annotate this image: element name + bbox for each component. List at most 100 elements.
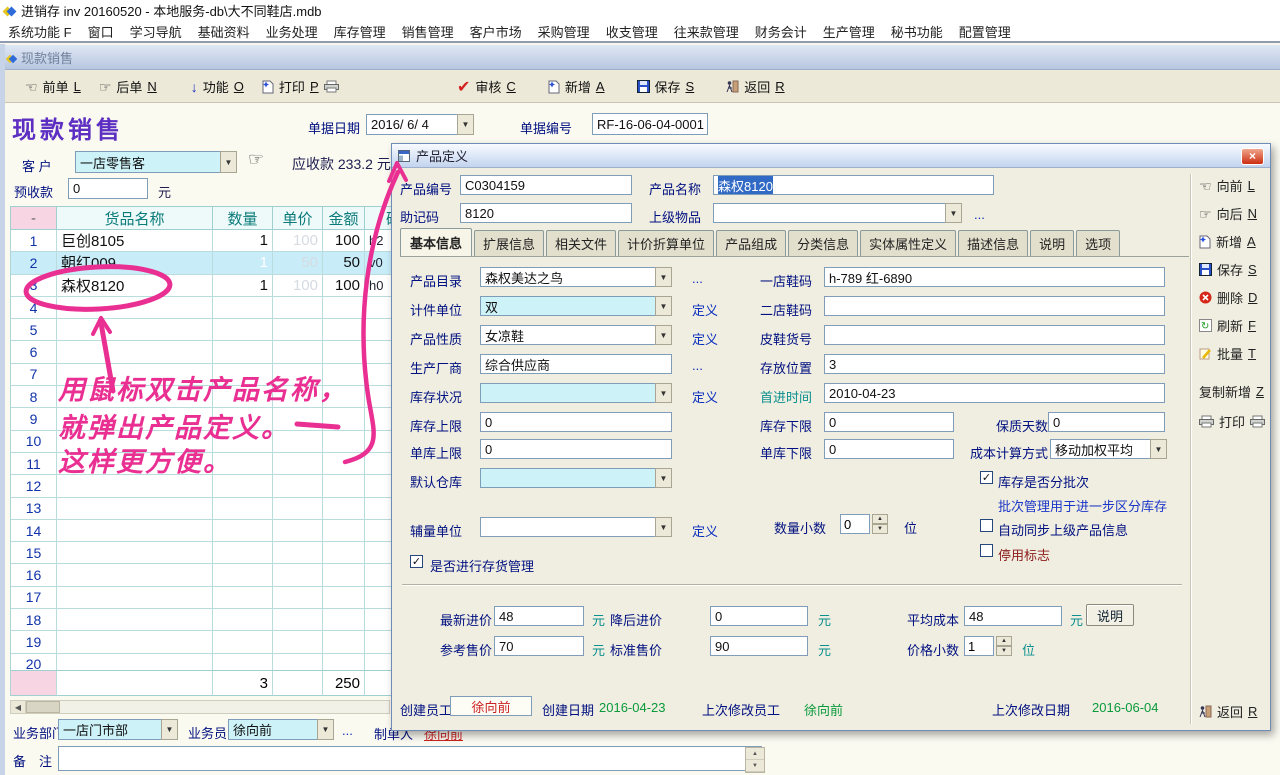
dialog-print-button[interactable]: 打印 [1199, 412, 1265, 431]
cell-no[interactable]: 1 [11, 230, 57, 252]
dialog-tab[interactable]: 相关文件 [546, 230, 616, 256]
chevron-down-icon[interactable]: ▼ [655, 325, 672, 345]
menu-item[interactable]: 基础资料 [190, 20, 258, 43]
cell-name[interactable] [57, 631, 213, 653]
cell-price[interactable] [273, 654, 323, 670]
aux-unit-select[interactable]: ▼ [480, 517, 672, 537]
cell-amount[interactable] [323, 431, 365, 453]
cell-amount[interactable] [323, 631, 365, 653]
table-row[interactable]: 18 [11, 609, 422, 631]
dialog-refresh-button[interactable]: ↻刷新F [1199, 316, 1256, 335]
product-name-field[interactable]: 森权8120 [713, 175, 994, 195]
cell-no[interactable]: 10 [11, 431, 57, 453]
table-row[interactable]: 5 [11, 319, 422, 341]
manufacturer-field[interactable]: 综合供应商 [480, 354, 672, 374]
chevron-down-icon[interactable]: ▼ [655, 267, 672, 287]
scroll-left-icon[interactable]: ◀ [11, 701, 26, 713]
save-button[interactable]: 保存S [628, 73, 704, 100]
cell-amount[interactable]: 100 [323, 275, 365, 297]
chevron-down-icon[interactable]: ▼ [655, 517, 672, 537]
cell-qty[interactable] [213, 498, 273, 520]
table-row[interactable]: 15 [11, 542, 422, 564]
cell-name[interactable] [57, 542, 213, 564]
table-hscrollbar[interactable]: ◀ [10, 700, 390, 714]
cell-no[interactable]: 12 [11, 475, 57, 497]
cell-name[interactable] [57, 564, 213, 586]
cell-no[interactable]: 5 [11, 319, 57, 341]
cell-price[interactable] [273, 542, 323, 564]
cell-amount[interactable] [323, 408, 365, 430]
cell-price[interactable]: 50 [273, 252, 323, 274]
cell-qty[interactable]: 1 [213, 230, 273, 252]
dialog-new-button[interactable]: 新增A [1199, 232, 1256, 251]
menu-item[interactable]: 库存管理 [326, 20, 394, 43]
cell-amount[interactable] [323, 542, 365, 564]
store-upper-field[interactable]: 0 [480, 439, 672, 459]
cell-no[interactable]: 11 [11, 453, 57, 475]
cell-no[interactable]: 18 [11, 609, 57, 631]
dialog-tab[interactable]: 实体属性定义 [860, 230, 956, 256]
pointing-hand-icon[interactable]: ☞ [248, 150, 264, 168]
table-row[interactable]: 1巨创81051100100h2 [11, 230, 422, 252]
menu-item[interactable]: 窗口 [80, 20, 122, 43]
cell-no[interactable]: 19 [11, 631, 57, 653]
aux-unit-define-link[interactable]: 定义 [692, 521, 718, 540]
avg-cost-field[interactable]: 48 [964, 606, 1062, 626]
cell-qty[interactable] [213, 631, 273, 653]
stock-lower-field[interactable]: 0 [824, 412, 954, 432]
note-scrollbar[interactable]: ▲▼ [745, 747, 765, 773]
menu-item[interactable]: 收支管理 [598, 20, 666, 43]
dialog-copy-new-button[interactable]: 复制新增Z [1199, 382, 1264, 401]
price-decimals-stepper[interactable]: 1 ▲▼ [964, 636, 1012, 656]
cell-no[interactable]: 20 [11, 654, 57, 670]
menu-item[interactable]: 配置管理 [951, 20, 1019, 43]
cell-amount[interactable] [323, 609, 365, 631]
cell-amount[interactable] [323, 453, 365, 475]
cell-amount[interactable] [323, 319, 365, 341]
product-code-field[interactable]: C0304159 [460, 175, 632, 195]
menu-item[interactable]: 往来款管理 [666, 20, 747, 43]
mnemonic-field[interactable]: 8120 [460, 203, 632, 223]
cell-price[interactable] [273, 564, 323, 586]
cell-name[interactable] [57, 319, 213, 341]
cell-qty[interactable]: 1 [213, 275, 273, 297]
chevron-down-icon[interactable]: ▼ [457, 114, 474, 135]
chevron-down-icon[interactable]: ▼ [1150, 439, 1167, 459]
spin-down-icon[interactable]: ▼ [872, 524, 888, 534]
new-button[interactable]: 新增A [539, 73, 614, 100]
cell-amount[interactable] [323, 520, 365, 542]
cell-qty[interactable] [213, 341, 273, 363]
table-row[interactable]: 20 [11, 654, 422, 670]
spin-up-icon[interactable]: ▲ [996, 636, 1012, 646]
cell-name[interactable] [57, 341, 213, 363]
ref-price-field[interactable]: 70 [494, 636, 584, 656]
inventory-mgmt-checkbox[interactable] [410, 555, 423, 568]
scroll-down-icon[interactable]: ▼ [746, 760, 764, 772]
cell-no[interactable]: 4 [11, 297, 57, 319]
shelf-days-field[interactable]: 0 [1048, 412, 1165, 432]
audit-button[interactable]: ✔审核C [448, 73, 525, 101]
cell-no[interactable]: 8 [11, 386, 57, 408]
cell-amount[interactable] [323, 297, 365, 319]
doc-no-field[interactable]: RF-16-06-04-0001 [592, 113, 708, 135]
stock-upper-field[interactable]: 0 [480, 412, 672, 432]
cell-price[interactable] [273, 297, 323, 319]
dialog-tab[interactable]: 基本信息 [400, 228, 472, 256]
doc-date-select[interactable]: 2016/ 6/ 4▼ [366, 114, 474, 135]
cell-qty[interactable] [213, 297, 273, 319]
cell-amount[interactable] [323, 475, 365, 497]
cell-name[interactable]: 巨创8105 [57, 230, 213, 252]
cell-price[interactable] [273, 609, 323, 631]
menu-item[interactable]: 销售管理 [394, 20, 462, 43]
cell-name[interactable] [57, 609, 213, 631]
cell-amount[interactable] [323, 564, 365, 586]
scroll-thumb[interactable] [26, 701, 60, 713]
table-row[interactable]: 3森权81201100100h0 [11, 275, 422, 297]
cell-qty[interactable] [213, 542, 273, 564]
chevron-down-icon[interactable]: ▼ [655, 383, 672, 403]
cell-amount[interactable]: 100 [323, 230, 365, 252]
cell-no[interactable]: 17 [11, 587, 57, 609]
cell-qty[interactable] [213, 319, 273, 341]
close-icon[interactable] [1241, 148, 1264, 165]
prev-doc-button[interactable]: ☜前单L [16, 73, 90, 100]
